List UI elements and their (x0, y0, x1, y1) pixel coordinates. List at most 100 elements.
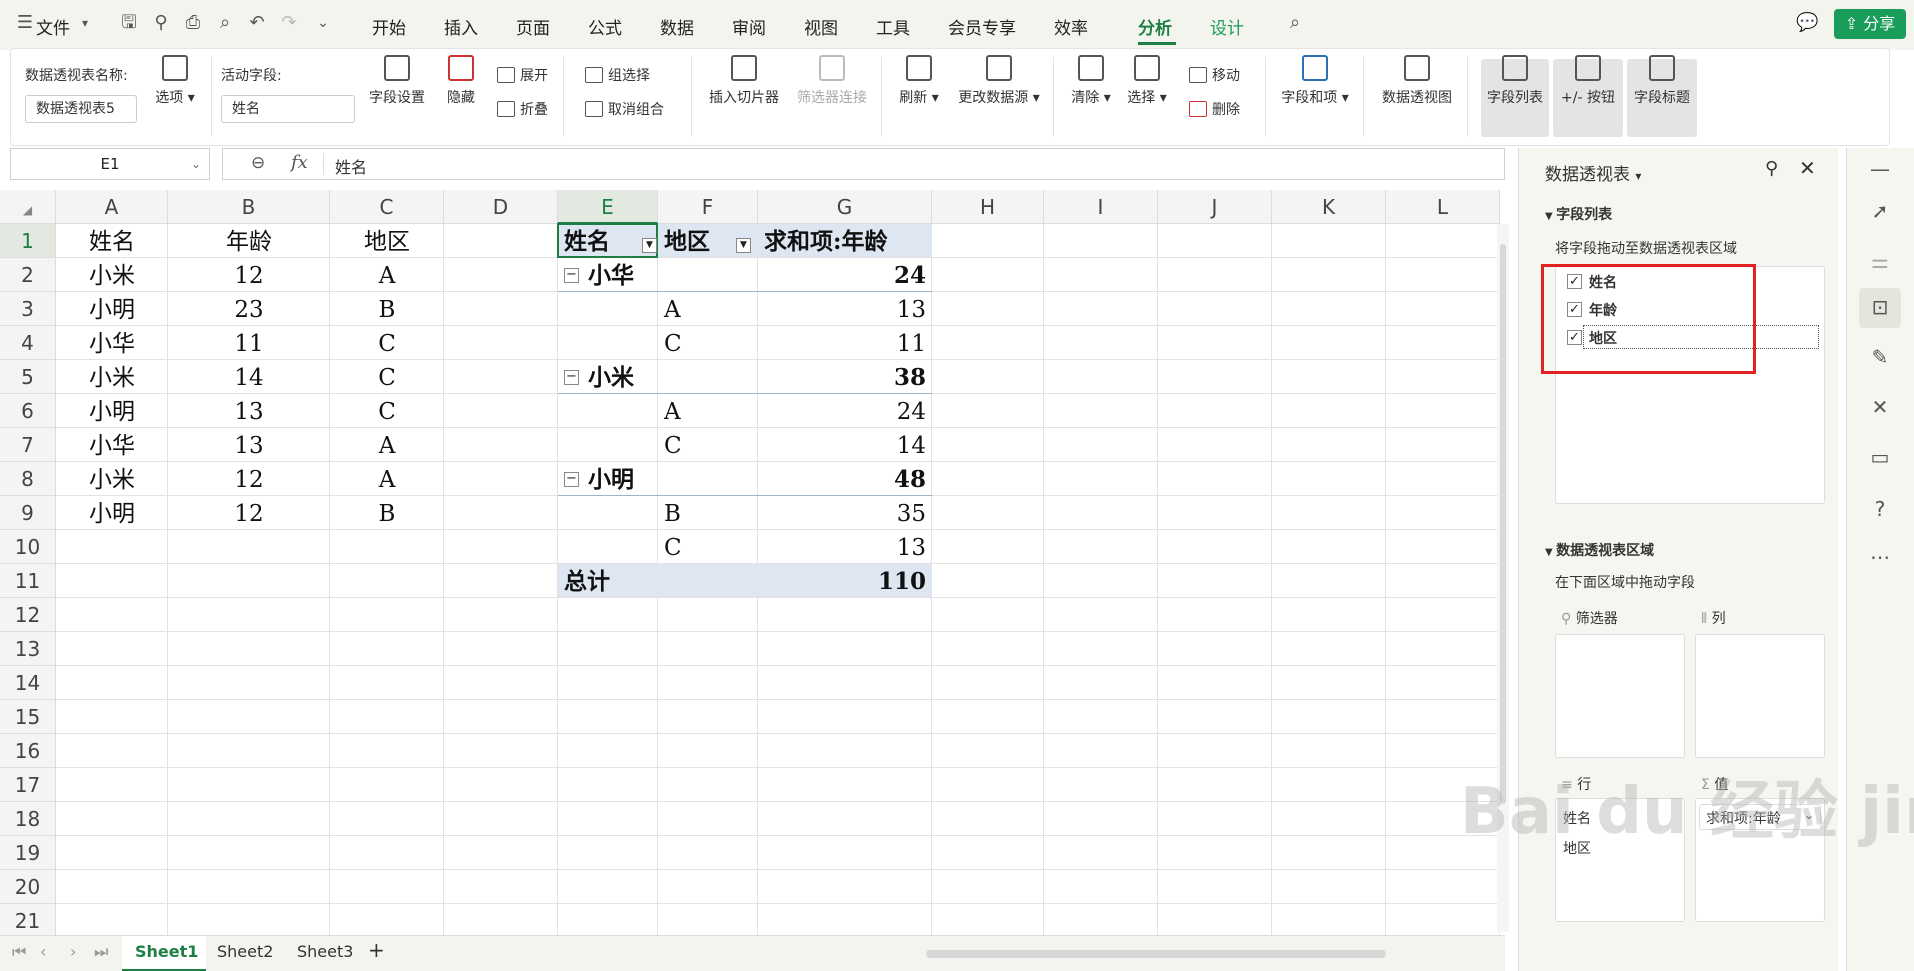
pivot-group-label[interactable]: 小米 (588, 363, 634, 393)
column-header[interactable]: L (1386, 190, 1500, 224)
tab-data[interactable]: 数据 (660, 14, 694, 39)
row-header[interactable]: 6 (0, 394, 56, 428)
source-data-cell[interactable]: 小华 (56, 431, 168, 461)
field-settings-button[interactable]: 字段设置 (365, 55, 429, 107)
pivot-item-value[interactable]: 24 (758, 397, 926, 427)
pivot-group-total[interactable]: 38 (758, 363, 926, 393)
next-sheet-icon[interactable]: › (70, 942, 76, 961)
print-preview-icon[interactable]: ⌕ (214, 12, 236, 34)
source-header-cell[interactable]: 姓名 (56, 227, 168, 257)
field-list-button[interactable]: 字段列表 (1481, 55, 1549, 107)
first-sheet-icon[interactable]: ⏮ (12, 942, 26, 962)
source-data-cell[interactable]: B (330, 499, 444, 529)
ungroup-button[interactable]: 取消组合 (585, 99, 664, 119)
plus-minus-buttons-button[interactable]: +/- 按钮 (1553, 55, 1623, 107)
formula-content[interactable]: 姓名 (335, 154, 367, 178)
column-header[interactable]: H (932, 190, 1044, 224)
row-header[interactable]: 10 (0, 530, 56, 564)
move-button[interactable]: 移动 (1189, 65, 1240, 85)
row-header[interactable]: 15 (0, 700, 56, 734)
column-header[interactable]: D (444, 190, 558, 224)
row-header[interactable]: 16 (0, 734, 56, 768)
add-sheet-button[interactable]: + (368, 938, 385, 962)
row-header[interactable]: 5 (0, 360, 56, 394)
tab-review[interactable]: 审阅 (732, 14, 766, 39)
sliders-icon[interactable]: ⚌ (1867, 248, 1893, 274)
print-icon[interactable]: ⎙ (182, 12, 204, 34)
last-sheet-icon[interactable]: ⏭ (94, 942, 108, 962)
tab-view[interactable]: 视图 (804, 14, 838, 39)
menu-icon[interactable]: ☰ (14, 12, 36, 34)
source-data-cell[interactable]: 23 (168, 295, 330, 325)
more-icon[interactable]: ⋯ (1867, 544, 1893, 570)
select-all-corner[interactable]: ◢ (0, 190, 56, 224)
source-data-cell[interactable]: A (330, 431, 444, 461)
pivot-item-value[interactable]: 13 (758, 295, 926, 325)
column-drop-zone[interactable] (1695, 634, 1825, 758)
row-header[interactable]: 20 (0, 870, 56, 904)
fx-icon[interactable]: fx (291, 152, 308, 173)
pivot-fields-icon[interactable]: ⊡ (1867, 294, 1893, 320)
file-menu[interactable]: 文件 (36, 14, 70, 39)
collapse-group-icon[interactable]: − (564, 370, 579, 385)
row-header[interactable]: 11 (0, 564, 56, 598)
book-icon[interactable]: ▭ (1867, 444, 1893, 470)
source-data-cell[interactable]: 小华 (56, 329, 168, 359)
formula-bar[interactable]: ⊖ fx 姓名 (222, 148, 1505, 180)
clear-button[interactable]: 清除 ▾ (1067, 55, 1115, 107)
pivot-areas-section[interactable]: ▼ 数据透视表区域 (1545, 540, 1654, 560)
pivot-header-cell[interactable]: 姓名 (564, 227, 610, 257)
sheet-tab-3[interactable]: Sheet3 (297, 942, 353, 961)
source-data-cell[interactable]: 小米 (56, 465, 168, 495)
source-data-cell[interactable]: C (330, 397, 444, 427)
column-header[interactable]: A (56, 190, 168, 224)
fields-items-button[interactable]: 字段和项 ▾ (1277, 55, 1353, 107)
row-header[interactable]: 21 (0, 904, 56, 938)
pivot-grand-total-label[interactable]: 总计 (564, 567, 610, 597)
pivot-item-value[interactable]: 35 (758, 499, 926, 529)
pivot-chart-button[interactable]: 数据透视图 (1377, 55, 1457, 107)
undo-icon[interactable]: ↶ (246, 12, 268, 34)
tab-tools[interactable]: 工具 (876, 14, 910, 39)
select-button[interactable]: 选择 ▾ (1123, 55, 1171, 107)
options-button[interactable]: 选项 ▾ (149, 55, 201, 107)
pivot-item-label[interactable]: C (664, 329, 682, 359)
row-header[interactable]: 14 (0, 666, 56, 700)
row-header[interactable]: 7 (0, 428, 56, 462)
source-data-cell[interactable]: C (330, 363, 444, 393)
source-data-cell[interactable]: 12 (168, 465, 330, 495)
refresh-button[interactable]: 刷新 ▾ (895, 55, 943, 107)
filter-connections-button[interactable]: 筛选器连接 (791, 55, 873, 107)
row-header[interactable]: 13 (0, 632, 56, 666)
row-header[interactable]: 4 (0, 326, 56, 360)
column-header[interactable]: C (330, 190, 444, 224)
tab-analyze[interactable]: 分析 (1138, 14, 1172, 39)
tab-formula[interactable]: 公式 (588, 14, 622, 39)
column-header[interactable]: K (1272, 190, 1386, 224)
save-icon[interactable]: 🖫 (118, 12, 140, 34)
zoom-icon[interactable]: ⊖ (251, 153, 265, 173)
row-header[interactable]: 8 (0, 462, 56, 496)
search-icon[interactable]: ⌕ (1284, 12, 1306, 34)
column-header[interactable]: F (658, 190, 758, 224)
tab-page[interactable]: 页面 (516, 14, 550, 39)
vertical-scroll-thumb[interactable] (1500, 244, 1506, 804)
row-header[interactable]: 9 (0, 496, 56, 530)
tab-home[interactable]: 开始 (372, 14, 406, 39)
tab-insert[interactable]: 插入 (444, 14, 478, 39)
row-header[interactable]: 3 (0, 292, 56, 326)
pivot-group-label[interactable]: 小华 (588, 261, 634, 291)
pivot-header-cell[interactable]: 求和项:年龄 (764, 227, 888, 257)
sheet-tab-1[interactable]: Sheet1 (135, 942, 198, 961)
share-button[interactable]: ⇪ 分享 (1834, 9, 1906, 39)
source-data-cell[interactable]: B (330, 295, 444, 325)
source-data-cell[interactable]: 12 (168, 499, 330, 529)
source-data-cell[interactable]: 14 (168, 363, 330, 393)
horizontal-scroll-thumb[interactable] (926, 950, 1386, 958)
help-icon[interactable]: ? (1867, 496, 1893, 522)
source-data-cell[interactable]: 小米 (56, 261, 168, 291)
source-data-cell[interactable]: 13 (168, 397, 330, 427)
source-header-cell[interactable]: 地区 (330, 227, 444, 257)
filter-dropdown-icon[interactable]: ▼ (642, 238, 657, 253)
source-data-cell[interactable]: 11 (168, 329, 330, 359)
